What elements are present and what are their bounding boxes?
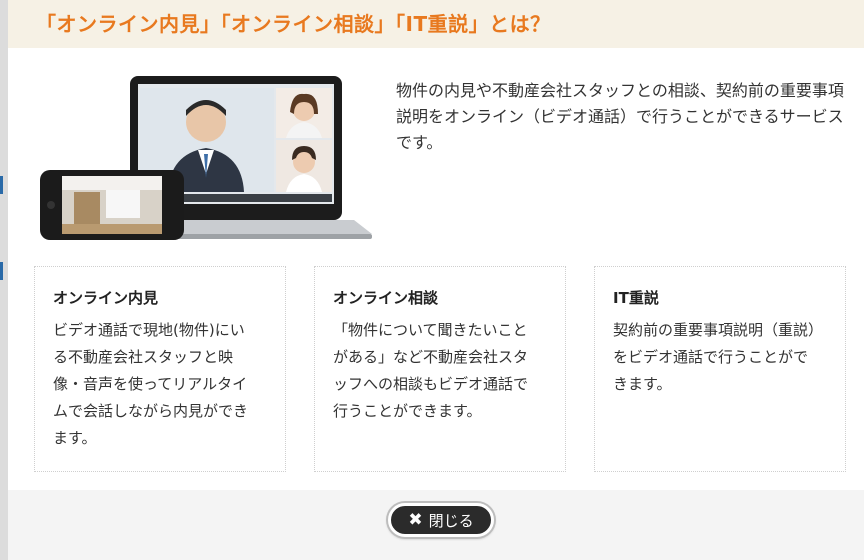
intro-text: 物件の内見や不動産会社スタッフとの相談、契約前の重要事項説明をオンライン（ビデオ… [396,81,844,152]
card-online-viewing: オンライン内見 ビデオ通話で現地(物件)にいる不動産会社スタッフと映像・音声を使… [34,266,286,472]
background-marker [0,176,3,194]
modal-title: 「オンライン内見」「オンライン相談」「IT重説」とは？ [36,12,551,36]
close-button[interactable]: ✖ 閉じる [388,503,494,537]
card-body: ビデオ通話で現地(物件)にいる不動産会社スタッフと映像・音声を使ってリアルタイム… [53,321,249,447]
card-title: オンライン相談 [333,289,439,307]
card-body: 「物件について聞きたいことがある」など不動産会社スタッフへの相談もビデオ通話で行… [333,321,529,420]
background-strip [0,0,8,560]
card-title: IT重説 [613,289,659,307]
card-online-consultation: オンライン相談 「物件について聞きたいことがある」など不動産会社スタッフへの相談… [314,266,566,472]
card-body: 契約前の重要事項説明（重説）をビデオ通話で行うことができます。 [613,321,816,393]
video-call-illustration [40,76,372,240]
close-icon: ✖ [408,510,423,530]
info-modal: 「オンライン内見」「オンライン相談」「IT重説」とは？ 物件の内見や不動産会社ス… [8,0,864,560]
modal-header: 「オンライン内見」「オンライン相談」「IT重説」とは？ [8,0,864,48]
background-marker [0,262,3,280]
card-title: オンライン内見 [53,289,159,307]
close-button-label: 閉じる [428,511,474,530]
card-it-explanation: IT重説 契約前の重要事項説明（重説）をビデオ通話で行うことができます。 [594,266,846,472]
